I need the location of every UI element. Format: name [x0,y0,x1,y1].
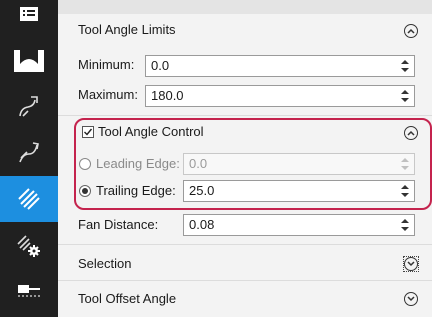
leading-edge-radio[interactable] [79,158,91,170]
divider [58,244,432,245]
cup-shape-icon[interactable] [0,38,58,84]
fan-distance-value: 0.08 [189,217,215,232]
leading-edge-label: Leading Edge: [96,156,180,171]
fan-distance-label: Fan Distance: [78,217,159,232]
expand-down-icon[interactable] [404,257,418,271]
panel-top-bar [58,0,432,14]
tool-offset-angle-section[interactable]: Tool Offset Angle [58,284,432,317]
fan-distance-field[interactable]: 0.08 [183,214,415,236]
trailing-edge-label: Trailing Edge: [96,183,176,198]
collapse-up-icon[interactable] [404,126,418,140]
tool-angle-control-title: Tool Angle Control [98,124,204,139]
maximum-field[interactable]: 180.0 [145,85,415,107]
collapse-up-icon[interactable] [404,24,418,38]
curve-tool-icon[interactable] [0,84,58,130]
spinner-icon[interactable] [400,184,410,198]
leading-edge-value: 0.0 [189,156,208,171]
spinner-icon[interactable] [400,157,410,171]
spinner-icon[interactable] [400,89,410,103]
minimum-value: 0.0 [151,58,170,73]
lines-gear-icon[interactable] [0,222,58,268]
properties-panel: Tool Angle Limits Minimum: 0.0 Maximum: … [58,0,432,317]
tool-offset-icon[interactable] [0,268,58,314]
minimum-field[interactable]: 0.0 [145,55,415,77]
checkmark-icon [84,128,93,136]
spinner-icon[interactable] [400,59,410,73]
tool-angle-control-checkbox[interactable] [82,126,94,138]
tool-angle-limits-title: Tool Angle Limits [78,22,176,37]
curve-path-icon[interactable] [0,130,58,176]
selection-title: Selection [78,256,132,271]
tool-angle-limits-section: Tool Angle Limits Minimum: 0.0 Maximum: … [58,15,432,116]
list-icon[interactable] [0,0,58,28]
minimum-label: Minimum: [78,57,135,72]
spinner-icon[interactable] [400,218,410,232]
leading-edge-field[interactable]: 0.0 [183,153,415,175]
trailing-edge-field[interactable]: 25.0 [183,180,415,202]
trailing-edge-radio[interactable] [79,185,91,197]
maximum-value: 180.0 [151,88,184,103]
parallel-lines-icon[interactable] [0,176,58,222]
left-toolbar [0,0,58,317]
maximum-label: Maximum: [78,87,138,102]
tool-offset-angle-title: Tool Offset Angle [78,291,177,306]
selection-section[interactable]: Selection [58,249,432,281]
expand-down-icon[interactable] [404,292,418,306]
trailing-edge-value: 25.0 [189,183,215,198]
